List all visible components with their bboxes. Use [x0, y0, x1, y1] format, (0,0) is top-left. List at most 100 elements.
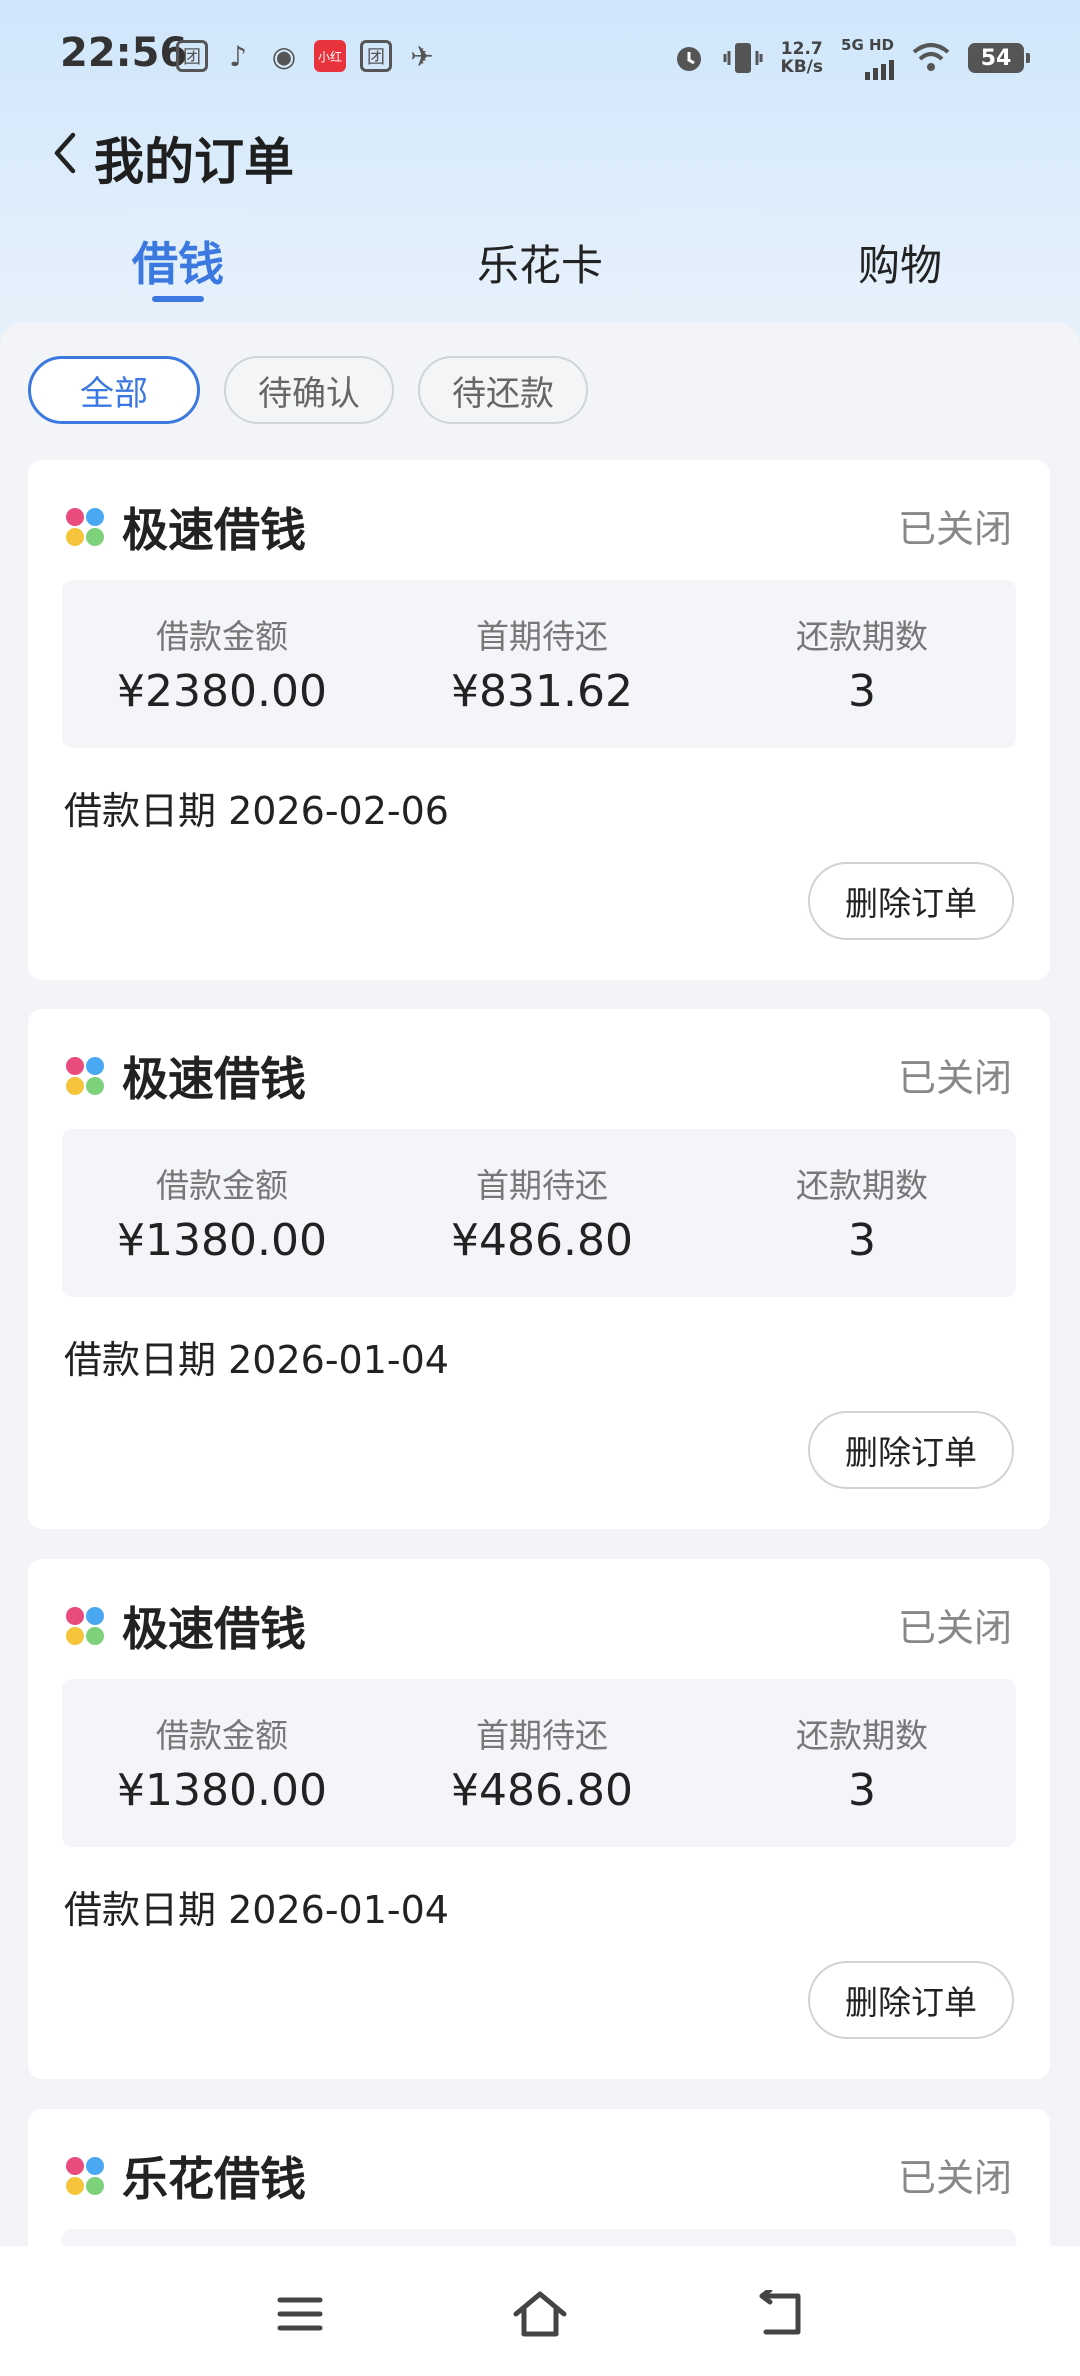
terms-column: 还款期数 3 [702, 1709, 1022, 1816]
music-icon: ♪ [229, 39, 247, 73]
terms-label: 还款期数 [796, 617, 928, 656]
loan-date: 借款日期 2026-01-04 [64, 1879, 449, 1934]
xiaohongshu-icon: 小红 [314, 40, 346, 72]
filter-chips: 全部 待确认 待还款 [28, 356, 588, 424]
amount-value: ¥1380.00 [117, 1765, 327, 1816]
wifi-icon [912, 43, 950, 71]
amount-column: 借款金额 ¥1380.00 [62, 1159, 382, 1266]
system-status-icons: 12.7 KB/s 5G HD 54 [673, 36, 1030, 80]
order-card[interactable]: 极速借钱 已关闭 借款金额 ¥2380.00 首期待还 ¥831.62 还款期数 3 … [28, 460, 1050, 980]
home-button[interactable] [510, 2284, 570, 2344]
order-status: 已关闭 [897, 1056, 1012, 1100]
first-due-label: 首期待还 [476, 617, 608, 656]
first-due-column: 首期待还 ¥486.80 [382, 1709, 702, 1816]
order-card[interactable]: 极速借钱 已关闭 借款金额 ¥1380.00 首期待还 ¥486.80 还款期数 3 … [28, 1559, 1050, 2079]
filter-all[interactable]: 全部 [28, 356, 200, 424]
amount-label: 借款金额 [156, 1166, 288, 1205]
terms-value: 3 [848, 1765, 876, 1816]
net-speed: 12.7 KB/s [781, 40, 823, 76]
net-speed-unit: KB/s [780, 57, 824, 77]
order-status: 已关闭 [897, 507, 1012, 551]
status-bar: 22:56 团 ♪ ◉ 小红 团 ✈ 12.7 KB/s 5G HD 54 [0, 0, 1080, 110]
terms-value: 3 [848, 1215, 876, 1266]
order-type-tabs: 借钱 乐花卡 购物 [0, 228, 1080, 308]
order-card[interactable]: 极速借钱 已关闭 借款金额 ¥1380.00 首期待还 ¥486.80 还款期数 3 … [28, 1009, 1050, 1529]
page-title: 我的订单 [94, 133, 294, 191]
loan-date-value: 2026-02-06 [228, 789, 449, 833]
order-status: 已关闭 [897, 2156, 1012, 2200]
bird-icon: ✈ [410, 39, 434, 73]
tab-loan[interactable]: 借钱 [132, 228, 224, 294]
back-button[interactable] [40, 128, 90, 178]
filter-pending-confirm[interactable]: 待确认 [224, 356, 394, 424]
chevron-left-icon [54, 132, 76, 174]
order-status: 已关闭 [897, 1606, 1012, 1650]
order-card-header: 极速借钱 [66, 1593, 306, 1659]
loan-date-label: 借款日期 [64, 789, 217, 833]
amount-value: ¥2380.00 [117, 666, 327, 717]
first-due-value: ¥486.80 [451, 1215, 633, 1266]
back-icon [759, 2290, 801, 2335]
filter-pending-repay[interactable]: 待还款 [418, 356, 588, 424]
back-nav-button[interactable] [750, 2284, 810, 2344]
menu-button[interactable] [270, 2284, 330, 2344]
order-summary: 借款金额 ¥1380.00 首期待还 ¥486.80 还款期数 3 [62, 1129, 1016, 1297]
loan-date-label: 借款日期 [64, 1888, 217, 1932]
first-due-label: 首期待还 [476, 1716, 608, 1755]
terms-label: 还款期数 [796, 1166, 928, 1205]
order-title: 极速借钱 [122, 503, 306, 557]
order-card-header: 乐花借钱 [66, 2143, 306, 2209]
app-notification-icon: 团 [360, 40, 392, 72]
amount-label: 借款金额 [156, 1716, 288, 1755]
first-due-label: 首期待还 [476, 1166, 608, 1205]
amount-column: 借款金额 ¥2380.00 [62, 610, 382, 717]
order-title: 极速借钱 [122, 1052, 306, 1106]
tab-lehua-card[interactable]: 乐花卡 [477, 232, 603, 293]
active-tab-indicator [152, 296, 204, 302]
first-due-column: 首期待还 ¥831.62 [382, 610, 702, 717]
delete-order-button[interactable]: 删除订单 [808, 1961, 1014, 2039]
product-logo-icon [66, 1057, 104, 1095]
alarm-icon [676, 47, 701, 71]
order-title: 极速借钱 [122, 1602, 306, 1656]
order-summary: 借款金额 ¥2380.00 首期待还 ¥831.62 还款期数 3 [62, 580, 1016, 748]
loan-date-value: 2026-01-04 [228, 1888, 449, 1932]
order-summary: 借款金额 ¥1380.00 首期待还 ¥486.80 还款期数 3 [62, 1679, 1016, 1847]
terms-value: 3 [848, 666, 876, 717]
system-navigation-bar [0, 2246, 1080, 2376]
signal-icon [865, 54, 894, 80]
product-logo-icon [66, 508, 104, 546]
status-time: 22:56 [60, 30, 188, 76]
order-card-header: 极速借钱 [66, 494, 306, 560]
loan-date: 借款日期 2026-02-06 [64, 780, 449, 835]
product-logo-icon [66, 1607, 104, 1645]
app-notification-icon: 团 [176, 40, 208, 72]
order-title: 乐花借钱 [122, 2152, 306, 2206]
first-due-column: 首期待还 ¥486.80 [382, 1159, 702, 1266]
terms-column: 还款期数 3 [702, 1159, 1022, 1266]
first-due-value: ¥831.62 [451, 666, 633, 717]
amount-value: ¥1380.00 [117, 1215, 327, 1266]
net-speed-value: 12.7 [780, 39, 823, 59]
cell-signal: 5G HD [841, 36, 894, 80]
order-card-header: 极速借钱 [66, 1043, 306, 1109]
amount-column: 借款金额 ¥1380.00 [62, 1709, 382, 1816]
delete-order-button[interactable]: 删除订单 [808, 862, 1014, 940]
loan-date: 借款日期 2026-01-04 [64, 1329, 449, 1384]
notification-icons: 团 ♪ ◉ 小红 团 ✈ [176, 39, 438, 73]
loan-date-label: 借款日期 [64, 1338, 217, 1382]
vibrate-icon [723, 43, 763, 73]
loan-date-value: 2026-01-04 [228, 1338, 449, 1382]
terms-column: 还款期数 3 [702, 610, 1022, 717]
terms-label: 还款期数 [796, 1716, 928, 1755]
amount-label: 借款金额 [156, 617, 288, 656]
network-type: 5G HD [841, 36, 894, 54]
menu-icon [277, 2297, 323, 2331]
tab-shopping[interactable]: 购物 [858, 232, 942, 293]
product-logo-icon [66, 2157, 104, 2195]
delete-order-button[interactable]: 删除订单 [808, 1411, 1014, 1489]
weibo-icon: ◉ [271, 39, 297, 73]
battery-icon: 54 [968, 43, 1030, 73]
home-icon [513, 2291, 567, 2337]
first-due-value: ¥486.80 [451, 1765, 633, 1816]
